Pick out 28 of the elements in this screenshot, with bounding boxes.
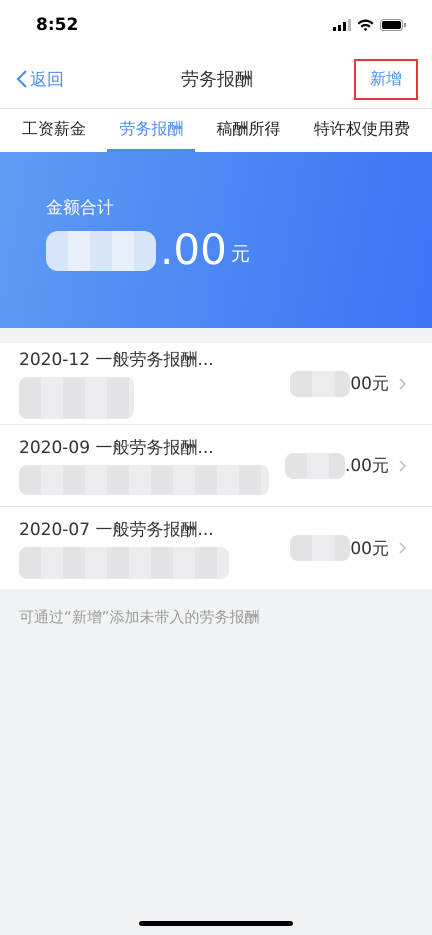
currency-unit: 元 [230,242,250,267]
chevron-icon [399,378,406,390]
total-label: 金额合计 [46,197,115,219]
back-icon [16,69,28,89]
redaction-blur [284,452,345,478]
record-amount: 00元 [350,538,389,560]
record-title: 2020-09 一般劳务报酬... [19,437,215,459]
tab[interactable]: 特许权使用费 [302,109,422,152]
wifi-icon [357,19,374,31]
record-title: 2020-07 一般劳务报酬... [19,518,215,540]
status-time: 8:52 [36,15,78,35]
hint-text: 可通过“新增”添加未带入的劳务报酬 [19,608,260,626]
redaction-blur [290,535,350,561]
chevron-icon [399,460,406,472]
record-amount: 00元 [350,373,389,395]
page-title: 劳务报酬 [181,68,253,91]
record-row[interactable]: 2020-12 一般劳务报酬... 00元 [0,343,432,425]
signal-icon [333,19,351,31]
battery-icon [380,19,406,31]
record-title: 2020-12 一般劳务报酬... [19,349,215,371]
redaction-blur [290,370,350,396]
tab[interactable]: 工资薪金 [10,109,98,152]
record-row[interactable]: 2020-09 一般劳务报酬... .00元 [0,425,432,507]
record-amount: .00元 [344,455,389,477]
tab[interactable]: 稿酬所得 [204,109,293,152]
chevron-icon [399,542,406,554]
record-row[interactable]: 2020-07 一般劳务报酬... 00元 [0,507,432,589]
total-amount: .00 [160,229,227,271]
